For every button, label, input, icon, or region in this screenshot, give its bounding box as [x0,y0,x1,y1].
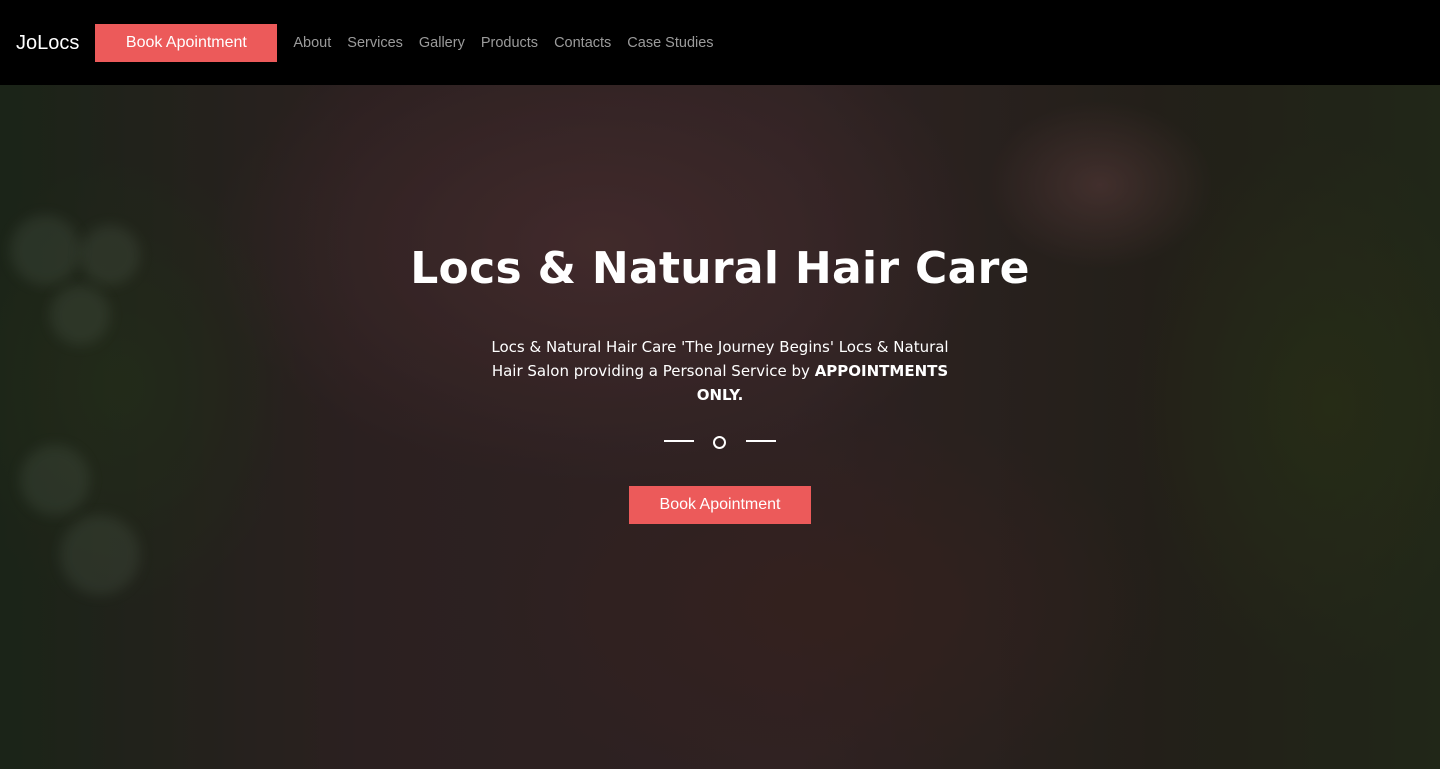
brand-logo[interactable]: JoLocs [16,33,79,53]
nav-link-gallery[interactable]: Gallery [411,35,473,51]
nav-link-case-studies[interactable]: Case Studies [619,35,721,51]
top-navbar: JoLocs Book Apointment About Services Ga… [0,0,1440,85]
divider-line-left [664,440,694,442]
hero-book-appointment-button[interactable]: Book Apointment [629,486,811,524]
hero-title: Locs & Natural Hair Care [410,243,1030,294]
nav-link-about[interactable]: About [285,35,339,51]
hero-section: Locs & Natural Hair Care Locs & Natural … [0,85,1440,769]
hero-description: Locs & Natural Hair Care 'The Journey Be… [482,335,958,407]
nav-book-appointment-button[interactable]: Book Apointment [95,23,278,62]
divider-circle-icon [713,436,726,449]
nav-link-products[interactable]: Products [473,35,546,51]
nav-link-services[interactable]: Services [339,35,411,51]
nav-link-contacts[interactable]: Contacts [546,35,619,51]
divider-line-right [746,440,776,442]
hero-divider [664,433,776,451]
hero-overlay [0,85,1440,769]
